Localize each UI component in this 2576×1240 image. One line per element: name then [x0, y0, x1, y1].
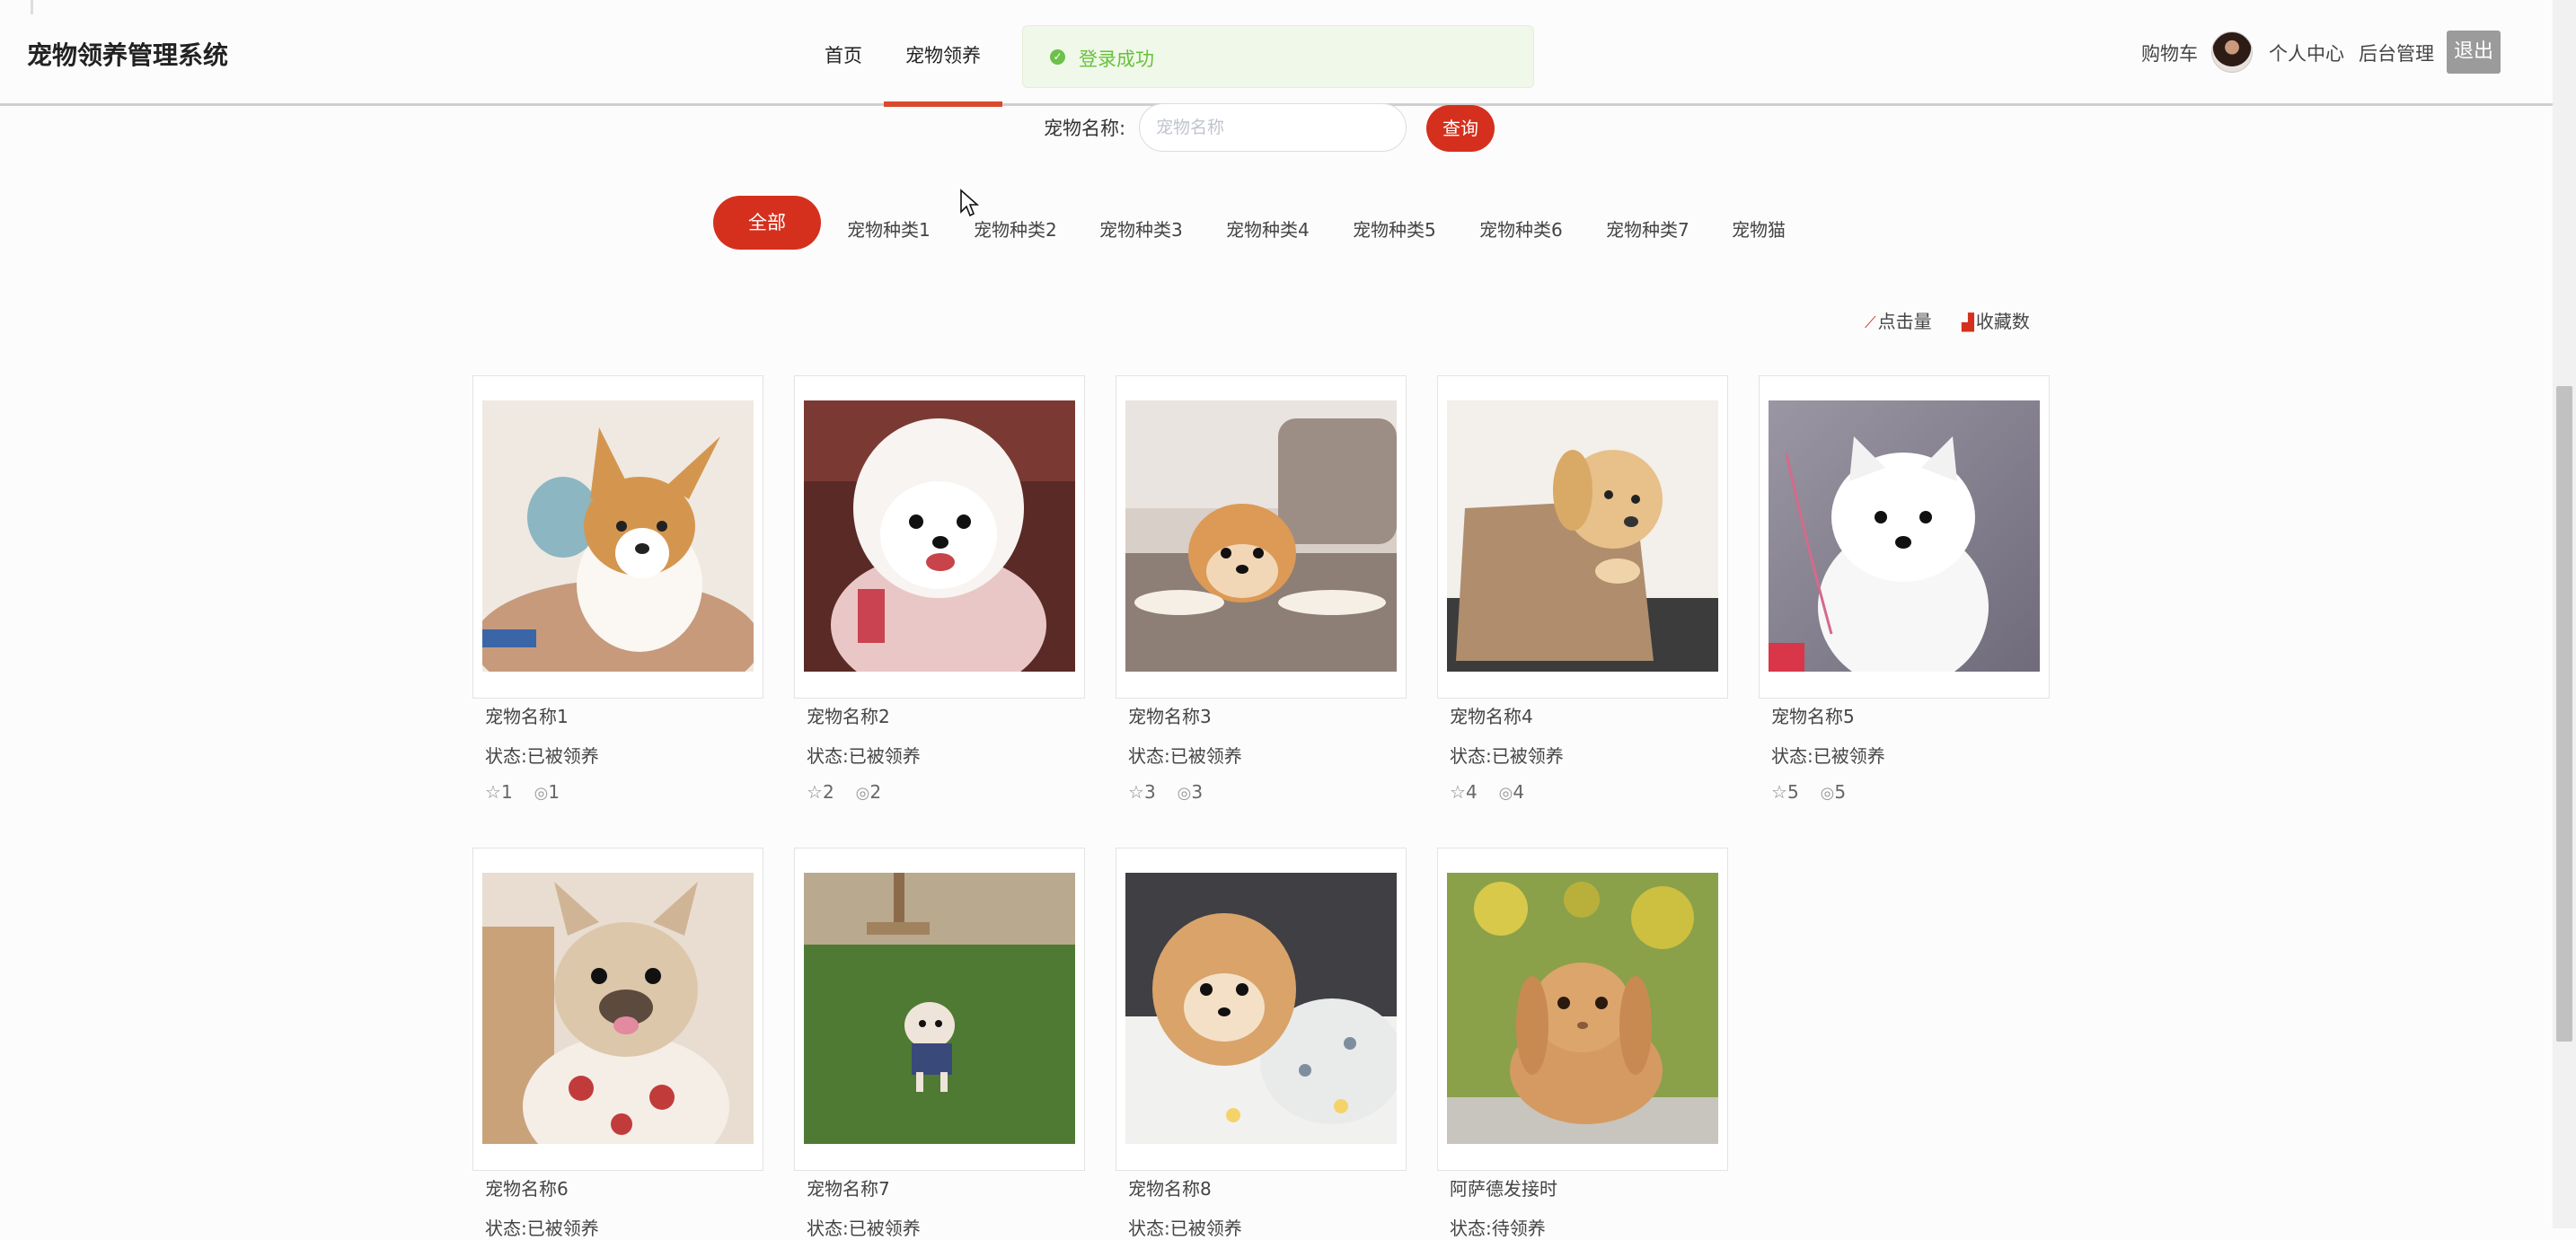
pet-card[interactable]: [472, 848, 763, 1171]
view-count: 1: [548, 781, 560, 803]
favorite-count: 5: [1786, 781, 1799, 803]
pet-name[interactable]: 宠物名称3: [1128, 702, 1212, 728]
pet-name[interactable]: 宠物名称7: [807, 1174, 890, 1200]
pet-photo-fluffy-on-couch: [1125, 400, 1397, 672]
sort-by-clicks[interactable]: ⟋ 点击量: [1865, 307, 1932, 333]
eye-icon: ◎: [1820, 784, 1835, 803]
pet-name[interactable]: 宠物名称4: [1450, 702, 1533, 728]
pet-stats: ☆5 ◎5: [1771, 781, 1846, 803]
pet-name[interactable]: 阿萨德发接时: [1450, 1174, 1557, 1200]
check-circle-icon: ✓: [1050, 49, 1065, 65]
line-chart-icon: ⟋: [1865, 313, 1876, 332]
pet-card[interactable]: [1437, 848, 1728, 1171]
favorite-count: 4: [1465, 781, 1478, 803]
star-icon: ☆: [1128, 781, 1144, 803]
nav-home[interactable]: 首页: [825, 41, 862, 68]
sort-clicks-label: 点击量: [1877, 311, 1932, 332]
category-tab-4[interactable]: 宠物种类4: [1226, 215, 1310, 242]
nav-pet-adoption[interactable]: 宠物领养: [905, 41, 981, 68]
pet-status: 状态:已被领养: [1450, 745, 1564, 767]
site-title: 宠物领养管理系统: [27, 40, 229, 70]
pet-status: 状态:待领养: [1450, 1218, 1546, 1239]
eye-icon: ◎: [534, 784, 549, 803]
nav-active-indicator: [884, 101, 1002, 107]
pet-card[interactable]: [1116, 848, 1407, 1171]
favorite-count: 3: [1143, 781, 1156, 803]
pet-photo-samoyed: [1769, 400, 2040, 672]
logout-button[interactable]: 退出: [2447, 31, 2501, 74]
profile-link[interactable]: 个人中心: [2269, 40, 2344, 66]
pet-name-search-input[interactable]: [1139, 103, 1407, 152]
pet-name[interactable]: 宠物名称5: [1771, 702, 1855, 728]
search-button[interactable]: 查询: [1426, 105, 1495, 152]
category-tab-2[interactable]: 宠物种类2: [974, 215, 1057, 242]
top-header: 宠物领养管理系统 首页 宠物领养 ✓ 登录成功 购物车 个人中心 后台管理 退出: [0, 0, 2576, 107]
pet-name[interactable]: 宠物名称8: [1128, 1174, 1212, 1200]
pet-photo-pomeranian-blanket: [1125, 873, 1397, 1144]
pet-stats: ☆4 ◎4: [1450, 781, 1524, 803]
pet-status: 状态:已被领养: [1128, 745, 1242, 767]
pet-status: 状态:已被领养: [485, 1218, 599, 1239]
scrollbar-thumb[interactable]: [2556, 386, 2572, 1042]
pet-photo-rabbit: [1447, 873, 1718, 1144]
eye-icon: ◎: [1498, 784, 1513, 803]
pet-photo-bulldog-shirt: [482, 873, 754, 1144]
view-count: 4: [1513, 781, 1525, 803]
pet-status: 状态:已被领养: [807, 1218, 921, 1239]
pet-photo-frenchie-on-grass: [804, 873, 1075, 1144]
mouse-pointer-icon: [960, 189, 980, 217]
pet-status: 状态:已被领养: [807, 745, 921, 767]
pet-stats: ☆1 ◎1: [485, 781, 560, 803]
pet-photo-pomeranian-bonnet: [804, 400, 1075, 672]
view-count: 2: [869, 781, 882, 803]
cart-link[interactable]: 购物车: [2141, 40, 2198, 66]
pet-card[interactable]: [1437, 375, 1728, 699]
pet-card[interactable]: [794, 848, 1085, 1171]
pet-card[interactable]: [794, 375, 1085, 699]
success-toast: ✓ 登录成功: [1022, 25, 1534, 88]
eye-icon: ◎: [855, 784, 870, 803]
pet-photo-corgi: [482, 400, 754, 672]
user-avatar[interactable]: [2211, 31, 2253, 73]
star-icon: ☆: [807, 781, 823, 803]
category-tab-cat[interactable]: 宠物猫: [1732, 215, 1786, 242]
view-count: 5: [1834, 781, 1847, 803]
pet-status: 状态:已被领养: [1128, 1218, 1242, 1239]
search-label: 宠物名称:: [1044, 118, 1126, 139]
pet-card[interactable]: [472, 375, 763, 699]
view-count: 3: [1191, 781, 1204, 803]
pet-stats: ☆2 ◎2: [807, 781, 881, 803]
category-tab-1[interactable]: 宠物种类1: [847, 215, 931, 242]
category-tab-6[interactable]: 宠物种类6: [1479, 215, 1563, 242]
pet-photo-puppy-in-bag: [1447, 400, 1718, 672]
pet-name[interactable]: 宠物名称2: [807, 702, 890, 728]
toast-message: 登录成功: [1079, 48, 1154, 70]
pet-status: 状态:已被领养: [485, 745, 599, 767]
eye-icon: ◎: [1177, 784, 1192, 803]
header-edge-mark: [31, 0, 33, 14]
pet-status: 状态:已被领养: [1771, 745, 1885, 767]
star-icon: ☆: [1771, 781, 1787, 803]
pet-card[interactable]: [1759, 375, 2050, 699]
category-all-button[interactable]: 全部: [713, 196, 821, 250]
category-tab-3[interactable]: 宠物种类3: [1099, 215, 1183, 242]
admin-link[interactable]: 后台管理: [2359, 40, 2434, 66]
pet-stats: ☆3 ◎3: [1128, 781, 1203, 803]
pet-card[interactable]: [1116, 375, 1407, 699]
favorite-count: 1: [500, 781, 513, 803]
pet-name[interactable]: 宠物名称1: [485, 702, 569, 728]
sort-favorites-label: 收藏数: [1975, 311, 2030, 332]
star-icon: ☆: [485, 781, 501, 803]
bar-chart-icon: ▟: [1962, 313, 1974, 332]
pet-name[interactable]: 宠物名称6: [485, 1174, 569, 1200]
category-tab-5[interactable]: 宠物种类5: [1353, 215, 1436, 242]
sort-by-favorites[interactable]: ▟ 收藏数: [1962, 307, 2030, 333]
star-icon: ☆: [1450, 781, 1466, 803]
favorite-count: 2: [822, 781, 834, 803]
category-tab-7[interactable]: 宠物种类7: [1606, 215, 1689, 242]
